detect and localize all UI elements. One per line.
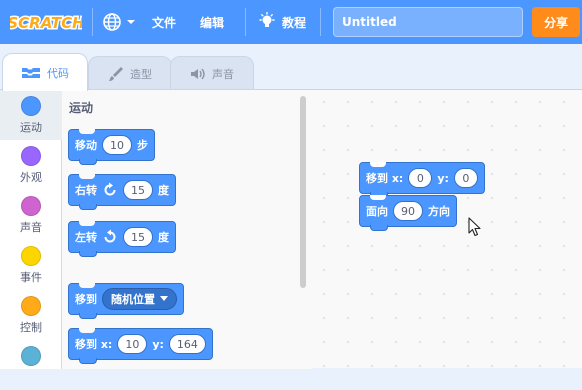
project-title-input[interactable]: Untitled: [333, 7, 523, 37]
mouse-pointer-icon: [468, 217, 481, 237]
share-button[interactable]: 分享: [532, 7, 580, 37]
block-text: 移到 x:: [366, 172, 404, 185]
block-text: y:: [437, 171, 449, 185]
svg-text:SCRATCH: SCRATCH: [10, 14, 82, 32]
y-input[interactable]: 164: [168, 334, 206, 354]
tab-code-label: 代码: [47, 66, 69, 80]
block-text: 移动: [75, 139, 97, 152]
speaker-icon: [191, 68, 205, 79]
menu-divider: [320, 8, 321, 36]
brush-icon: [109, 66, 123, 81]
x-input[interactable]: 0: [408, 168, 433, 188]
looks-color-dot: [21, 146, 41, 166]
menu-divider: [92, 8, 93, 36]
workspace-point-direction-block[interactable]: 面向 90 方向: [359, 195, 457, 231]
tab-costumes[interactable]: 造型: [88, 56, 172, 90]
sound-color-dot: [21, 196, 41, 216]
block-text: 度: [158, 184, 169, 197]
dropdown-value: 随机位置: [111, 293, 155, 306]
category-events[interactable]: 事件: [0, 240, 62, 290]
control-color-dot: [21, 296, 41, 316]
category-sensing[interactable]: [0, 340, 62, 390]
menu-divider: [245, 8, 246, 36]
block-text: 右转: [75, 184, 97, 197]
tab-sounds-label: 声音: [212, 67, 234, 81]
goto-xy-block[interactable]: 移到 x: 10 y: 164: [68, 328, 213, 364]
tutorials-label: 教程: [282, 15, 307, 30]
events-color-dot: [21, 246, 41, 266]
category-menu: 运动 外观 声音 事件 控制: [0, 90, 62, 369]
block-palette: 运动 移动 10 步 右转 15 度 左转 15 度 移到 随机位置 移到 x:…: [62, 90, 312, 369]
goto-target-dropdown[interactable]: 随机位置: [102, 288, 177, 310]
degrees-input[interactable]: 15: [123, 227, 153, 247]
turn-left-block[interactable]: 左转 15 度: [68, 221, 176, 257]
goto-target-block[interactable]: 移到 随机位置: [68, 283, 184, 319]
category-control[interactable]: 控制: [0, 290, 62, 340]
menu-bar: SCRATCH 文件 编辑 教程 Untitled 分享: [0, 0, 582, 44]
x-input[interactable]: 10: [117, 334, 148, 354]
tab-code[interactable]: 代码: [2, 53, 88, 91]
block-text: 度: [158, 231, 169, 244]
lightbulb-icon: [259, 12, 275, 27]
tab-sounds[interactable]: 声音: [170, 56, 254, 90]
category-label: 外观: [20, 171, 42, 184]
editor-tabs: 代码 造型 声音: [0, 44, 582, 91]
category-looks[interactable]: 外观: [0, 140, 62, 190]
category-motion[interactable]: 运动: [0, 90, 62, 140]
tab-costumes-label: 造型: [130, 67, 152, 81]
block-text: 左转: [75, 231, 97, 244]
move-steps-block[interactable]: 移动 10 步: [68, 129, 155, 165]
motion-color-dot: [21, 96, 41, 116]
category-sound[interactable]: 声音: [0, 190, 62, 240]
block-text: 移到: [75, 293, 97, 306]
palette-scrollbar[interactable]: [300, 96, 306, 288]
edit-menu[interactable]: 编辑: [200, 0, 224, 44]
sensing-color-dot: [21, 346, 41, 366]
category-label: 运动: [20, 121, 42, 134]
workspace-goto-xy-block[interactable]: 移到 x: 0 y: 0: [359, 162, 485, 198]
script-workspace[interactable]: 移到 x: 0 y: 0 面向 90 方向: [312, 89, 582, 368]
y-input[interactable]: 0: [453, 168, 478, 188]
steps-input[interactable]: 10: [102, 135, 132, 155]
direction-input[interactable]: 90: [393, 201, 423, 221]
block-text: y:: [152, 337, 164, 351]
chevron-down-icon: [127, 20, 135, 24]
rotate-right-icon: [104, 182, 116, 196]
blocks-panel: 运动 外观 声音 事件 控制 运动 移动 10 步 右转 15 度 左转 15 …: [0, 89, 312, 369]
scratch-logo[interactable]: SCRATCH: [10, 9, 82, 35]
palette-heading: 运动: [69, 101, 94, 115]
category-label: 声音: [20, 221, 42, 234]
degrees-input[interactable]: 15: [123, 180, 153, 200]
dropdown-arrow-icon: [160, 296, 168, 301]
block-text: 移到 x:: [75, 338, 113, 351]
category-label: 控制: [20, 321, 42, 334]
language-menu[interactable]: [102, 0, 137, 44]
turn-right-block[interactable]: 右转 15 度: [68, 174, 176, 210]
block-text: 面向: [366, 205, 388, 218]
globe-icon: [103, 13, 121, 31]
rotate-left-icon: [104, 229, 116, 243]
block-text: 方向: [428, 205, 450, 218]
category-label: 事件: [20, 271, 42, 284]
tutorials-button[interactable]: 教程: [258, 0, 306, 44]
block-text: 步: [137, 139, 148, 152]
code-icon: [22, 67, 40, 78]
file-menu[interactable]: 文件: [152, 0, 176, 44]
